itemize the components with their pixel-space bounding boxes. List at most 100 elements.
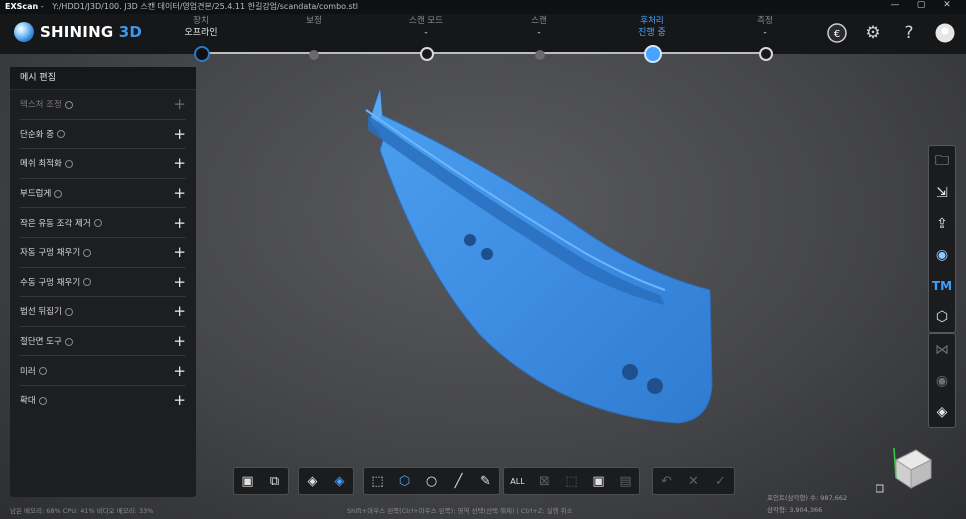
plus-icon[interactable]: + <box>173 214 186 232</box>
tm-icon[interactable]: TM <box>929 270 955 301</box>
globe-icon[interactable]: ◉ <box>929 239 955 270</box>
menu-item-texture[interactable]: 텍스처 조정 + <box>20 90 186 120</box>
step-scan[interactable]: 스캔 - <box>489 16 589 39</box>
info-icon <box>38 367 47 376</box>
orientation-cube[interactable] <box>876 440 936 495</box>
svg-text:€: € <box>834 29 840 40</box>
step-node-device[interactable] <box>194 46 210 62</box>
file-path: Y:/HDD1/J3D/100. J3D 스캔 데이터/영업견본/25.4.11… <box>52 2 358 11</box>
progress-track <box>200 52 766 54</box>
info-icon <box>56 130 65 139</box>
menu-item-auto-fill-holes[interactable]: 자동 구멍 채우기 + <box>20 238 186 268</box>
workflow-steps: 장치 오프라인 보정 스캔 모드 - 스캔 - 후처리 진행 중 측정 - <box>0 14 966 54</box>
lasso-select-icon[interactable]: ○ <box>418 468 445 494</box>
memory-status: 남은 메모리: 68% CPU: 41% 비디오 메모리: 33% <box>10 507 154 515</box>
menu-item-scale[interactable]: 확대 + <box>20 386 186 415</box>
menu-item-mirror[interactable]: 미러 + <box>20 356 186 386</box>
plus-icon[interactable]: + <box>173 95 186 113</box>
select-through-icon[interactable]: ⧉ <box>261 468 288 494</box>
eye-icon[interactable]: ◉ <box>929 365 955 396</box>
plus-icon[interactable]: + <box>173 362 186 380</box>
close-button[interactable]: ✕ <box>934 0 960 10</box>
info-icon <box>83 278 92 287</box>
step-node-measure[interactable] <box>759 47 773 61</box>
step-node-scan-mode[interactable] <box>420 47 434 61</box>
select-connected-icon[interactable]: ▣ <box>585 468 612 494</box>
polygon-select-icon[interactable]: ⬡ <box>391 468 418 494</box>
cube-icon[interactable]: ⬡ <box>929 301 955 332</box>
step-postprocess[interactable]: 후처리 진행 중 <box>602 16 702 39</box>
menu-item-smooth[interactable]: 부드럽게 + <box>20 179 186 209</box>
mesh-view-icon[interactable]: ⋈ <box>929 334 955 365</box>
mesh-model[interactable] <box>360 85 740 430</box>
title-bar: EXScan - Y:/HDD1/J3D/100. J3D 스캔 데이터/영업견… <box>0 0 966 14</box>
menu-item-simplify[interactable]: 단순화 중 + <box>20 120 186 150</box>
window-controls: — ▢ ✕ <box>882 0 960 10</box>
gear-icon[interactable]: ⚙ <box>862 22 884 44</box>
deselect-icon[interactable]: ⊠ <box>531 468 558 494</box>
step-node-postprocess[interactable] <box>644 45 662 63</box>
menu-item-section-tool[interactable]: 절단면 도구 + <box>20 327 186 357</box>
menu-item-remove-fragments[interactable]: 작은 유동 조각 제거 + <box>20 208 186 238</box>
info-icon <box>64 159 73 168</box>
invert-select-icon[interactable]: ⬚ <box>558 468 585 494</box>
brush-select-icon[interactable]: ✎ <box>472 468 499 494</box>
delete-icon[interactable]: ▤ <box>612 468 639 494</box>
triangle-count: 삼각형: 3,904,366 <box>767 506 823 514</box>
step-node-calibration[interactable] <box>309 50 319 60</box>
info-icon <box>64 337 73 346</box>
bottom-toolbar-select: ⬚ ⬡ ○ ╱ ✎ <box>363 467 500 495</box>
plus-icon[interactable]: + <box>173 332 186 350</box>
plus-icon[interactable]: + <box>173 243 186 261</box>
step-device[interactable]: 장치 오프라인 <box>151 16 251 39</box>
language-icon[interactable]: € <box>826 22 848 44</box>
plus-icon[interactable]: + <box>173 273 186 291</box>
header-icons: € ⚙ ? <box>826 22 956 44</box>
bottom-toolbar-actions: ALL ⊠ ⬚ ▣ ▤ <box>503 467 640 495</box>
plus-icon[interactable]: + <box>173 391 186 409</box>
info-icon <box>93 219 102 228</box>
menu-item-flip-normals[interactable]: 법선 뒤집기 + <box>20 297 186 327</box>
step-node-scan[interactable] <box>535 50 545 60</box>
info-icon <box>64 307 73 316</box>
right-toolbar-bottom: ⋈ ◉ ◈ <box>928 333 956 428</box>
panel-title: 메시 편집 <box>10 67 196 90</box>
bottom-toolbar-layers: ◈ ◈ <box>298 467 354 495</box>
step-calibration[interactable]: 보정 <box>264 16 364 27</box>
undo-icon[interactable]: ↶ <box>653 468 680 494</box>
step-scan-mode[interactable]: 스캔 모드 - <box>376 16 476 39</box>
layers-icon[interactable]: ◈ <box>299 468 326 494</box>
user-icon[interactable] <box>934 22 956 44</box>
layers-active-icon[interactable]: ◈ <box>326 468 353 494</box>
plus-icon[interactable]: + <box>173 184 186 202</box>
right-toolbar-top: 🗀 ⇲ ⇪ ◉ TM ⬡ <box>928 145 956 333</box>
select-front-icon[interactable]: ▣ <box>234 468 261 494</box>
menu-item-mesh-optimize[interactable]: 메쉬 최적화 + <box>20 149 186 179</box>
step-measure[interactable]: 측정 - <box>715 16 815 39</box>
app-name: EXScan <box>5 2 39 11</box>
info-icon <box>64 100 73 109</box>
select-all-icon[interactable]: ALL <box>504 468 531 494</box>
import-icon[interactable]: ⇲ <box>929 177 955 208</box>
plus-icon[interactable]: + <box>173 154 186 172</box>
cancel-icon[interactable]: ✕ <box>680 468 707 494</box>
bottom-toolbar-view: ▣ ⧉ <box>233 467 289 495</box>
info-icon <box>83 248 92 257</box>
help-icon[interactable]: ? <box>898 22 920 44</box>
minimize-button[interactable]: — <box>882 0 908 10</box>
export-icon[interactable]: ⇪ <box>929 208 955 239</box>
point-count: 포인트(삼각형) 수: 987,662 <box>767 494 848 502</box>
line-select-icon[interactable]: ╱ <box>445 468 472 494</box>
rect-select-icon[interactable]: ⬚ <box>364 468 391 494</box>
bottom-toolbar-confirm: ↶ ✕ ✓ <box>652 467 735 495</box>
apply-icon[interactable]: ✓ <box>707 468 734 494</box>
gem-icon[interactable]: ◈ <box>929 396 955 427</box>
mesh-edit-panel: 메시 편집 텍스처 조정 + 단순화 중 + 메쉬 최적화 + 부드럽게 + 작은 유동… <box>10 67 196 497</box>
plus-icon[interactable]: + <box>173 302 186 320</box>
info-icon <box>54 189 63 198</box>
menu-item-manual-fill-holes[interactable]: 수동 구멍 채우기 + <box>20 268 186 298</box>
folder-icon[interactable]: 🗀 <box>929 146 955 177</box>
plus-icon[interactable]: + <box>173 125 186 143</box>
maximize-button[interactable]: ▢ <box>908 0 934 10</box>
mesh-stats: 포인트(삼각형) 수: 987,662 삼각형: 3,904,366 <box>767 492 847 516</box>
